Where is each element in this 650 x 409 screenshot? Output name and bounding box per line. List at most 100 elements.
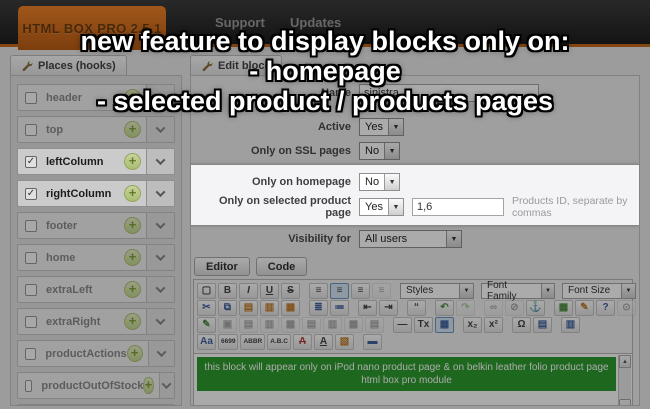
insert-row-icon[interactable]: ▤ [302, 316, 321, 333]
new-document-icon[interactable]: ▢ [197, 282, 216, 299]
redo-icon[interactable]: ↷ [456, 299, 475, 316]
align-justify-icon[interactable]: ≡ [372, 282, 391, 299]
hook-checkbox[interactable]: ✓ [25, 155, 37, 168]
tab-code[interactable]: Code [255, 257, 308, 276]
visibility-select[interactable]: All users ▼ [359, 230, 462, 248]
hook-row-rightcolumn[interactable]: ✓ rightColumn + [17, 180, 175, 207]
active-select[interactable]: Yes ▼ [359, 118, 404, 136]
homepage-select[interactable]: No ▼ [359, 173, 401, 191]
chevron-down-icon[interactable] [146, 309, 174, 334]
subscript-icon[interactable]: x₂ [463, 316, 482, 333]
horizontal-rule-icon[interactable]: — [393, 316, 412, 333]
add-block-plus-icon[interactable]: + [124, 121, 141, 138]
hook-row-top[interactable]: top + [17, 116, 175, 143]
superscript-icon[interactable]: x² [484, 316, 503, 333]
hook-checkbox[interactable] [25, 347, 37, 360]
font-family-select[interactable]: Font Family ▼ [481, 280, 555, 302]
hook-checkbox[interactable] [25, 251, 37, 264]
visual-characters-icon[interactable]: ▬ [362, 333, 382, 350]
insert-layer-icon[interactable]: ▣ [218, 316, 237, 333]
hook-checkbox[interactable] [25, 379, 33, 392]
chevron-down-icon[interactable] [147, 341, 174, 366]
hook-checkbox[interactable] [25, 283, 37, 296]
unordered-list-icon[interactable]: ≣ [309, 299, 328, 316]
hook-checkbox[interactable] [25, 123, 37, 136]
insertion-icon[interactable]: A [313, 333, 333, 350]
add-block-plus-icon[interactable]: + [124, 153, 141, 170]
chevron-down-icon[interactable] [146, 117, 174, 142]
add-block-plus-icon[interactable]: + [124, 185, 141, 202]
edit-attributes-icon[interactable]: ✎ [197, 316, 216, 333]
link-icon[interactable]: ∞ [484, 299, 503, 316]
underline-icon[interactable]: U [260, 282, 279, 299]
abbreviation-icon[interactable]: ABBR [240, 333, 266, 350]
outdent-icon[interactable]: ⇤ [358, 299, 377, 316]
chevron-down-icon[interactable] [158, 373, 174, 398]
cut-icon[interactable]: ✂ [197, 299, 216, 316]
add-block-plus-icon[interactable]: + [124, 217, 141, 234]
hook-row-extraleft[interactable]: extraLeft + [17, 276, 175, 303]
toggle-blocks-icon[interactable]: ▥ [561, 316, 580, 333]
scrollbar-thumb[interactable] [619, 399, 631, 405]
hook-row-productactions[interactable]: productActions + [17, 340, 175, 367]
add-block-plus-icon[interactable]: + [124, 249, 141, 266]
unlink-icon[interactable]: ⊘ [505, 299, 524, 316]
move-forward-icon[interactable]: ▤ [239, 316, 258, 333]
product-ids-input[interactable] [411, 198, 504, 216]
font-size-select[interactable]: Font Size ▼ [562, 282, 636, 299]
hook-row-productfooter[interactable]: productfooter + [17, 404, 175, 406]
special-character-icon[interactable]: Ω [512, 316, 531, 333]
copy-icon[interactable]: ⧉ [218, 299, 237, 316]
add-block-plus-icon[interactable]: + [124, 281, 141, 298]
hook-row-extraright[interactable]: extraRight + [17, 308, 175, 335]
align-right-icon[interactable]: ≡ [351, 282, 370, 299]
hook-row-productoutofstock[interactable]: productOutOfStock + [17, 372, 175, 399]
chevron-down-icon[interactable] [146, 405, 174, 406]
italic-icon[interactable]: I [239, 282, 258, 299]
hook-checkbox[interactable] [25, 315, 37, 328]
insert-image-icon[interactable]: ▦ [554, 299, 573, 316]
anchor-icon[interactable]: ⚓ [526, 299, 545, 316]
align-center-icon[interactable]: ≡ [330, 282, 349, 299]
paste-icon[interactable]: ▤ [239, 299, 258, 316]
ordered-list-icon[interactable]: ≔ [330, 299, 349, 316]
visual-aid-icon[interactable]: ▦ [435, 316, 454, 333]
pencil-icon[interactable]: ✎ [575, 299, 594, 316]
indent-icon[interactable]: ⇥ [379, 299, 398, 316]
hook-row-home[interactable]: home + [17, 244, 175, 271]
acronym-icon[interactable]: A.B.C [267, 333, 291, 350]
add-block-plus-icon[interactable]: + [143, 377, 154, 394]
chevron-down-icon[interactable] [146, 277, 174, 302]
scroll-up-icon[interactable]: ▲ [619, 355, 631, 368]
editor-scrollbar[interactable]: ▲ [618, 355, 631, 405]
delete-column-icon[interactable]: ▤ [365, 316, 384, 333]
move-backward-icon[interactable]: ▥ [260, 316, 279, 333]
align-left-icon[interactable]: ≡ [309, 282, 328, 299]
selected-product-select[interactable]: Yes ▼ [359, 198, 404, 216]
chevron-down-icon[interactable] [146, 149, 174, 174]
tab-editor[interactable]: Editor [194, 257, 250, 276]
ssl-select[interactable]: No ▼ [359, 142, 401, 160]
bold-icon[interactable]: B [218, 282, 237, 299]
media-icon[interactable]: ▤ [533, 316, 552, 333]
hook-checkbox[interactable]: ✓ [25, 187, 37, 200]
blockquote-icon[interactable]: “ [407, 299, 426, 316]
remove-format-icon[interactable]: Tx [414, 316, 433, 333]
editor-content-area[interactable]: this block will appear only on iPod nano… [193, 354, 633, 405]
edit-style-icon[interactable]: Aa [197, 333, 216, 350]
help-icon[interactable]: ? [596, 299, 615, 316]
image-properties-icon[interactable]: ▧ [334, 333, 354, 350]
chevron-down-icon[interactable] [146, 245, 174, 270]
add-block-plus-icon[interactable]: + [126, 345, 143, 362]
absolute-position-icon[interactable]: ▦ [281, 316, 300, 333]
preview-icon[interactable]: ⊙ [617, 299, 636, 316]
quotation-icon[interactable]: 6699 [218, 333, 239, 350]
insert-column-icon[interactable]: ▦ [344, 316, 363, 333]
hook-row-leftcolumn[interactable]: ✓ leftColumn + [17, 148, 175, 175]
paste-as-text-icon[interactable]: ▥ [260, 299, 279, 316]
deletion-icon[interactable]: A [292, 333, 312, 350]
hook-row-footer[interactable]: footer + [17, 212, 175, 239]
strikethrough-icon[interactable]: S [281, 282, 300, 299]
paste-from-word-icon[interactable]: ▦ [281, 299, 300, 316]
delete-row-icon[interactable]: ▥ [323, 316, 342, 333]
